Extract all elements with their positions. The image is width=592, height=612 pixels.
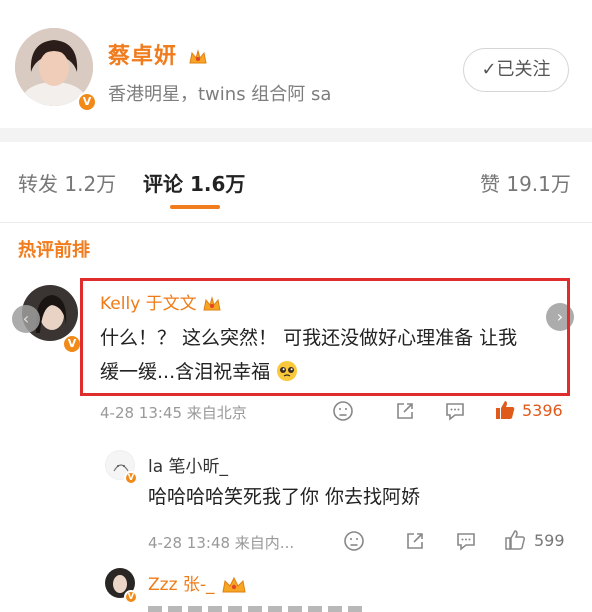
like-count: 5396	[522, 401, 563, 420]
comment-text-part: 缓一缓...含泪祝幸福	[100, 361, 271, 383]
comment-text-line: 缓一缓...含泪祝幸福	[100, 357, 298, 387]
reply-icon[interactable]	[444, 400, 466, 422]
dislike-face-icon[interactable]	[343, 530, 365, 552]
profile-name[interactable]: 蔡卓妍	[108, 38, 208, 70]
clipped-text-hint	[148, 606, 368, 612]
profile-bio: 香港明星，twins 组合阿 sa	[108, 84, 332, 105]
crown-icon	[203, 296, 221, 311]
crown-icon	[222, 576, 246, 593]
reply-meta: 4-28 13:48 来自内...	[148, 534, 295, 552]
carousel-prev-icon[interactable]: ‹	[12, 305, 40, 333]
share-icon[interactable]	[404, 530, 426, 552]
reply-author-name: Zzz 张-_	[148, 575, 215, 595]
verified-badge-icon: V	[77, 92, 97, 112]
reply-text: 哈哈哈哈笑死我了你 你去找阿娇	[148, 486, 421, 508]
section-gap	[0, 128, 592, 142]
reply-text-clipped	[148, 600, 368, 612]
tab-like[interactable]: 赞 19.1万	[480, 168, 571, 197]
share-icon[interactable]	[394, 400, 416, 422]
verified-badge-icon: V	[62, 334, 82, 354]
verified-badge-icon: V	[124, 471, 138, 485]
reply-author[interactable]: la 笔小昕_	[148, 452, 228, 477]
like-icon[interactable]	[504, 529, 526, 551]
teary-face-emoji-icon	[277, 361, 298, 381]
tabs-divider	[0, 222, 592, 223]
comment-meta: 4-28 13:45 来自北京	[100, 404, 247, 422]
active-tab-indicator	[170, 205, 220, 209]
crown-icon	[189, 49, 207, 64]
profile-name-text: 蔡卓妍	[108, 44, 178, 69]
reply-icon[interactable]	[455, 530, 477, 552]
follow-button[interactable]: ✓已关注	[463, 48, 569, 92]
reply-like-count: 599	[534, 531, 565, 550]
dislike-face-icon[interactable]	[332, 400, 354, 422]
reply-author[interactable]: Zzz 张-_	[148, 570, 248, 595]
comment-author[interactable]: Kelly 于文文	[100, 289, 222, 314]
tab-comment[interactable]: 评论 1.6万	[143, 168, 245, 197]
comment-text-line: 什么！？ 这么突然！ 可我还没做好心理准备 让我	[100, 327, 518, 349]
section-title: 热评前排	[18, 240, 90, 261]
like-icon[interactable]	[494, 399, 516, 421]
verified-badge-icon: V	[124, 590, 138, 604]
comment-author-name: Kelly 于文文	[100, 294, 197, 314]
tab-repost[interactable]: 转发 1.2万	[18, 168, 116, 197]
